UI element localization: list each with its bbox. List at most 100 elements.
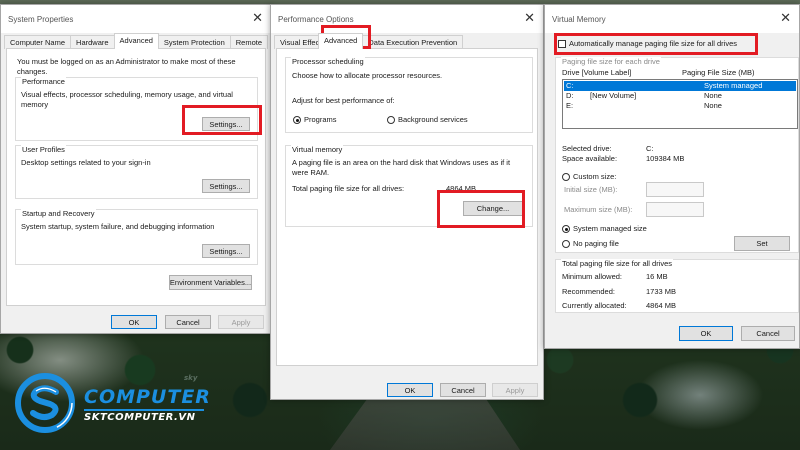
tab-visual-effects-label: Visual Effects (280, 38, 319, 47)
total-paging-label: Total paging file size for all drives: (292, 184, 405, 193)
ok-button[interactable]: OK (679, 326, 733, 341)
performance-options-titlebar: Performance Options ✕ (271, 5, 543, 33)
minimum-allowed-value: 16 MB (646, 272, 668, 281)
window-title: Performance Options (278, 14, 354, 24)
programs-label[interactable]: Programs (304, 115, 337, 125)
ok-button[interactable]: OK (387, 383, 433, 397)
logo-tag: sky (184, 374, 198, 382)
tab-data-execution-prevention[interactable]: Data Execution Prevention (362, 35, 464, 49)
total-paging-value: 4864 MB (446, 184, 477, 193)
selected-drive-value: C: (646, 144, 654, 153)
environment-variables-button[interactable]: Environment Variables... (169, 275, 252, 290)
change-button[interactable]: Change... (463, 201, 523, 216)
sktcomputer-logo: COMPUTER sky SKTCOMPUTER.VN (14, 372, 244, 438)
space-available-value: 109384 MB (646, 154, 685, 163)
performance-options-window: Performance Options ✕ Visual Effects Adv… (270, 4, 544, 400)
paging-header: Paging file size for each drive (561, 57, 661, 66)
cancel-button[interactable]: Cancel (741, 326, 795, 341)
system-properties-window: System Properties ✕ Computer Name Hardwa… (0, 4, 272, 334)
system-properties-titlebar: System Properties ✕ (1, 5, 271, 33)
list-item[interactable]: D: [New Volume] None (564, 91, 796, 101)
startup-recovery-group: Startup and Recovery System startup, sys… (15, 209, 258, 265)
system-managed-radio[interactable] (562, 225, 570, 233)
drive-column-header: Drive [Volume Label] (562, 68, 632, 77)
maximum-size-input[interactable] (646, 202, 704, 217)
close-icon[interactable]: ✕ (252, 11, 263, 25)
virtual-memory-group: Virtual memory A paging file is an area … (285, 145, 533, 227)
virtual-memory-window: Virtual Memory ✕ Automatically manage pa… (544, 4, 800, 349)
drive-size: None (704, 91, 722, 100)
no-paging-radio[interactable] (562, 240, 570, 248)
close-icon[interactable]: ✕ (524, 11, 535, 25)
tab-remote[interactable]: Remote (229, 35, 269, 49)
logo-underline (84, 409, 204, 411)
virtual-memory-description: A paging file is an area on the hard dis… (292, 158, 511, 177)
paging-file-group: Paging file size for each drive Drive [V… (555, 57, 799, 253)
admin-note: You must be logged on as an Administrato… (17, 57, 236, 76)
currently-allocated-value: 4864 MB (646, 301, 677, 310)
drive-size: None (704, 101, 722, 110)
set-button[interactable]: Set (734, 236, 790, 251)
initial-size-label: Initial size (MB): (564, 185, 618, 194)
user-profiles-description: Desktop settings related to your sign-in (21, 158, 151, 167)
drive-list[interactable]: C: System managed D: [New Volume] None E… (562, 79, 798, 129)
user-profiles-settings-button[interactable]: Settings... (202, 179, 250, 193)
performance-title: Performance (21, 77, 66, 86)
performance-options-tabs: Visual Effects Advanced Data Execution P… (271, 33, 543, 49)
performance-settings-button[interactable]: Settings... (202, 117, 250, 131)
tab-computer-name[interactable]: Computer Name (4, 35, 72, 49)
initial-size-input[interactable] (646, 182, 704, 197)
processor-scheduling-group: Processor scheduling Choose how to alloc… (285, 57, 533, 133)
space-available-label: Space available: (562, 154, 618, 163)
virtual-memory-titlebar: Virtual Memory ✕ (545, 5, 799, 33)
ok-button[interactable]: OK (111, 315, 157, 329)
tab-advanced[interactable]: Advanced (318, 33, 364, 49)
logo-subtitle: SKTCOMPUTER.VN (84, 412, 196, 423)
startup-recovery-settings-button[interactable]: Settings... (202, 244, 250, 258)
list-item[interactable]: E: None (564, 101, 796, 111)
programs-radio[interactable] (293, 116, 301, 124)
drive-letter: D: (566, 91, 574, 100)
tab-advanced[interactable]: Advanced (113, 33, 159, 49)
processor-description: Choose how to allocate processor resourc… (292, 71, 443, 80)
auto-manage-checkbox[interactable] (558, 40, 566, 48)
drive-size: System managed (704, 81, 763, 90)
performance-group: Performance Visual effects, processor sc… (15, 77, 258, 141)
totals-group: Total paging file size for all drives Mi… (555, 259, 799, 313)
currently-allocated-label: Currently allocated: (562, 301, 627, 310)
list-item[interactable]: C: System managed (564, 81, 796, 91)
close-icon[interactable]: ✕ (780, 11, 791, 25)
drive-letter: E: (566, 101, 574, 110)
apply-button[interactable]: Apply (218, 315, 264, 329)
logo-brand: COMPUTER (84, 386, 211, 408)
system-managed-label[interactable]: System managed size (573, 224, 647, 234)
background-services-radio[interactable] (387, 116, 395, 124)
background-services-label[interactable]: Background services (398, 115, 468, 125)
recommended-label: Recommended: (562, 287, 615, 296)
system-properties-tabs: Computer Name Hardware Advanced System P… (1, 33, 271, 49)
cancel-button[interactable]: Cancel (440, 383, 486, 397)
tab-visual-effects[interactable]: Visual Effects (274, 35, 319, 49)
window-title: System Properties (8, 14, 74, 24)
totals-title: Total paging file size for all drives (561, 259, 674, 268)
custom-size-radio[interactable] (562, 173, 570, 181)
startup-recovery-description: System startup, system failure, and debu… (21, 222, 215, 231)
minimum-allowed-label: Minimum allowed: (562, 272, 623, 281)
apply-button[interactable]: Apply (492, 383, 538, 397)
user-profiles-title: User Profiles (21, 145, 66, 154)
cancel-button[interactable]: Cancel (165, 315, 211, 329)
no-paging-label[interactable]: No paging file (573, 239, 619, 249)
custom-size-label[interactable]: Custom size: (573, 172, 616, 182)
auto-manage-label[interactable]: Automatically manage paging file size fo… (569, 39, 799, 49)
processor-scheduling-title: Processor scheduling (291, 57, 365, 66)
drive-label: [New Volume] (590, 91, 637, 100)
drive-letter: C: (566, 81, 574, 90)
tab-system-protection[interactable]: System Protection (157, 35, 231, 49)
recommended-value: 1733 MB (646, 287, 677, 296)
tab-hardware[interactable]: Hardware (70, 35, 115, 49)
maximum-size-label: Maximum size (MB): (564, 205, 633, 214)
advanced-tab-panel: Processor scheduling Choose how to alloc… (276, 48, 538, 366)
size-column-header: Paging File Size (MB) (682, 68, 755, 77)
advanced-tab-panel: You must be logged on as an Administrato… (6, 48, 266, 306)
window-title: Virtual Memory (552, 14, 606, 24)
